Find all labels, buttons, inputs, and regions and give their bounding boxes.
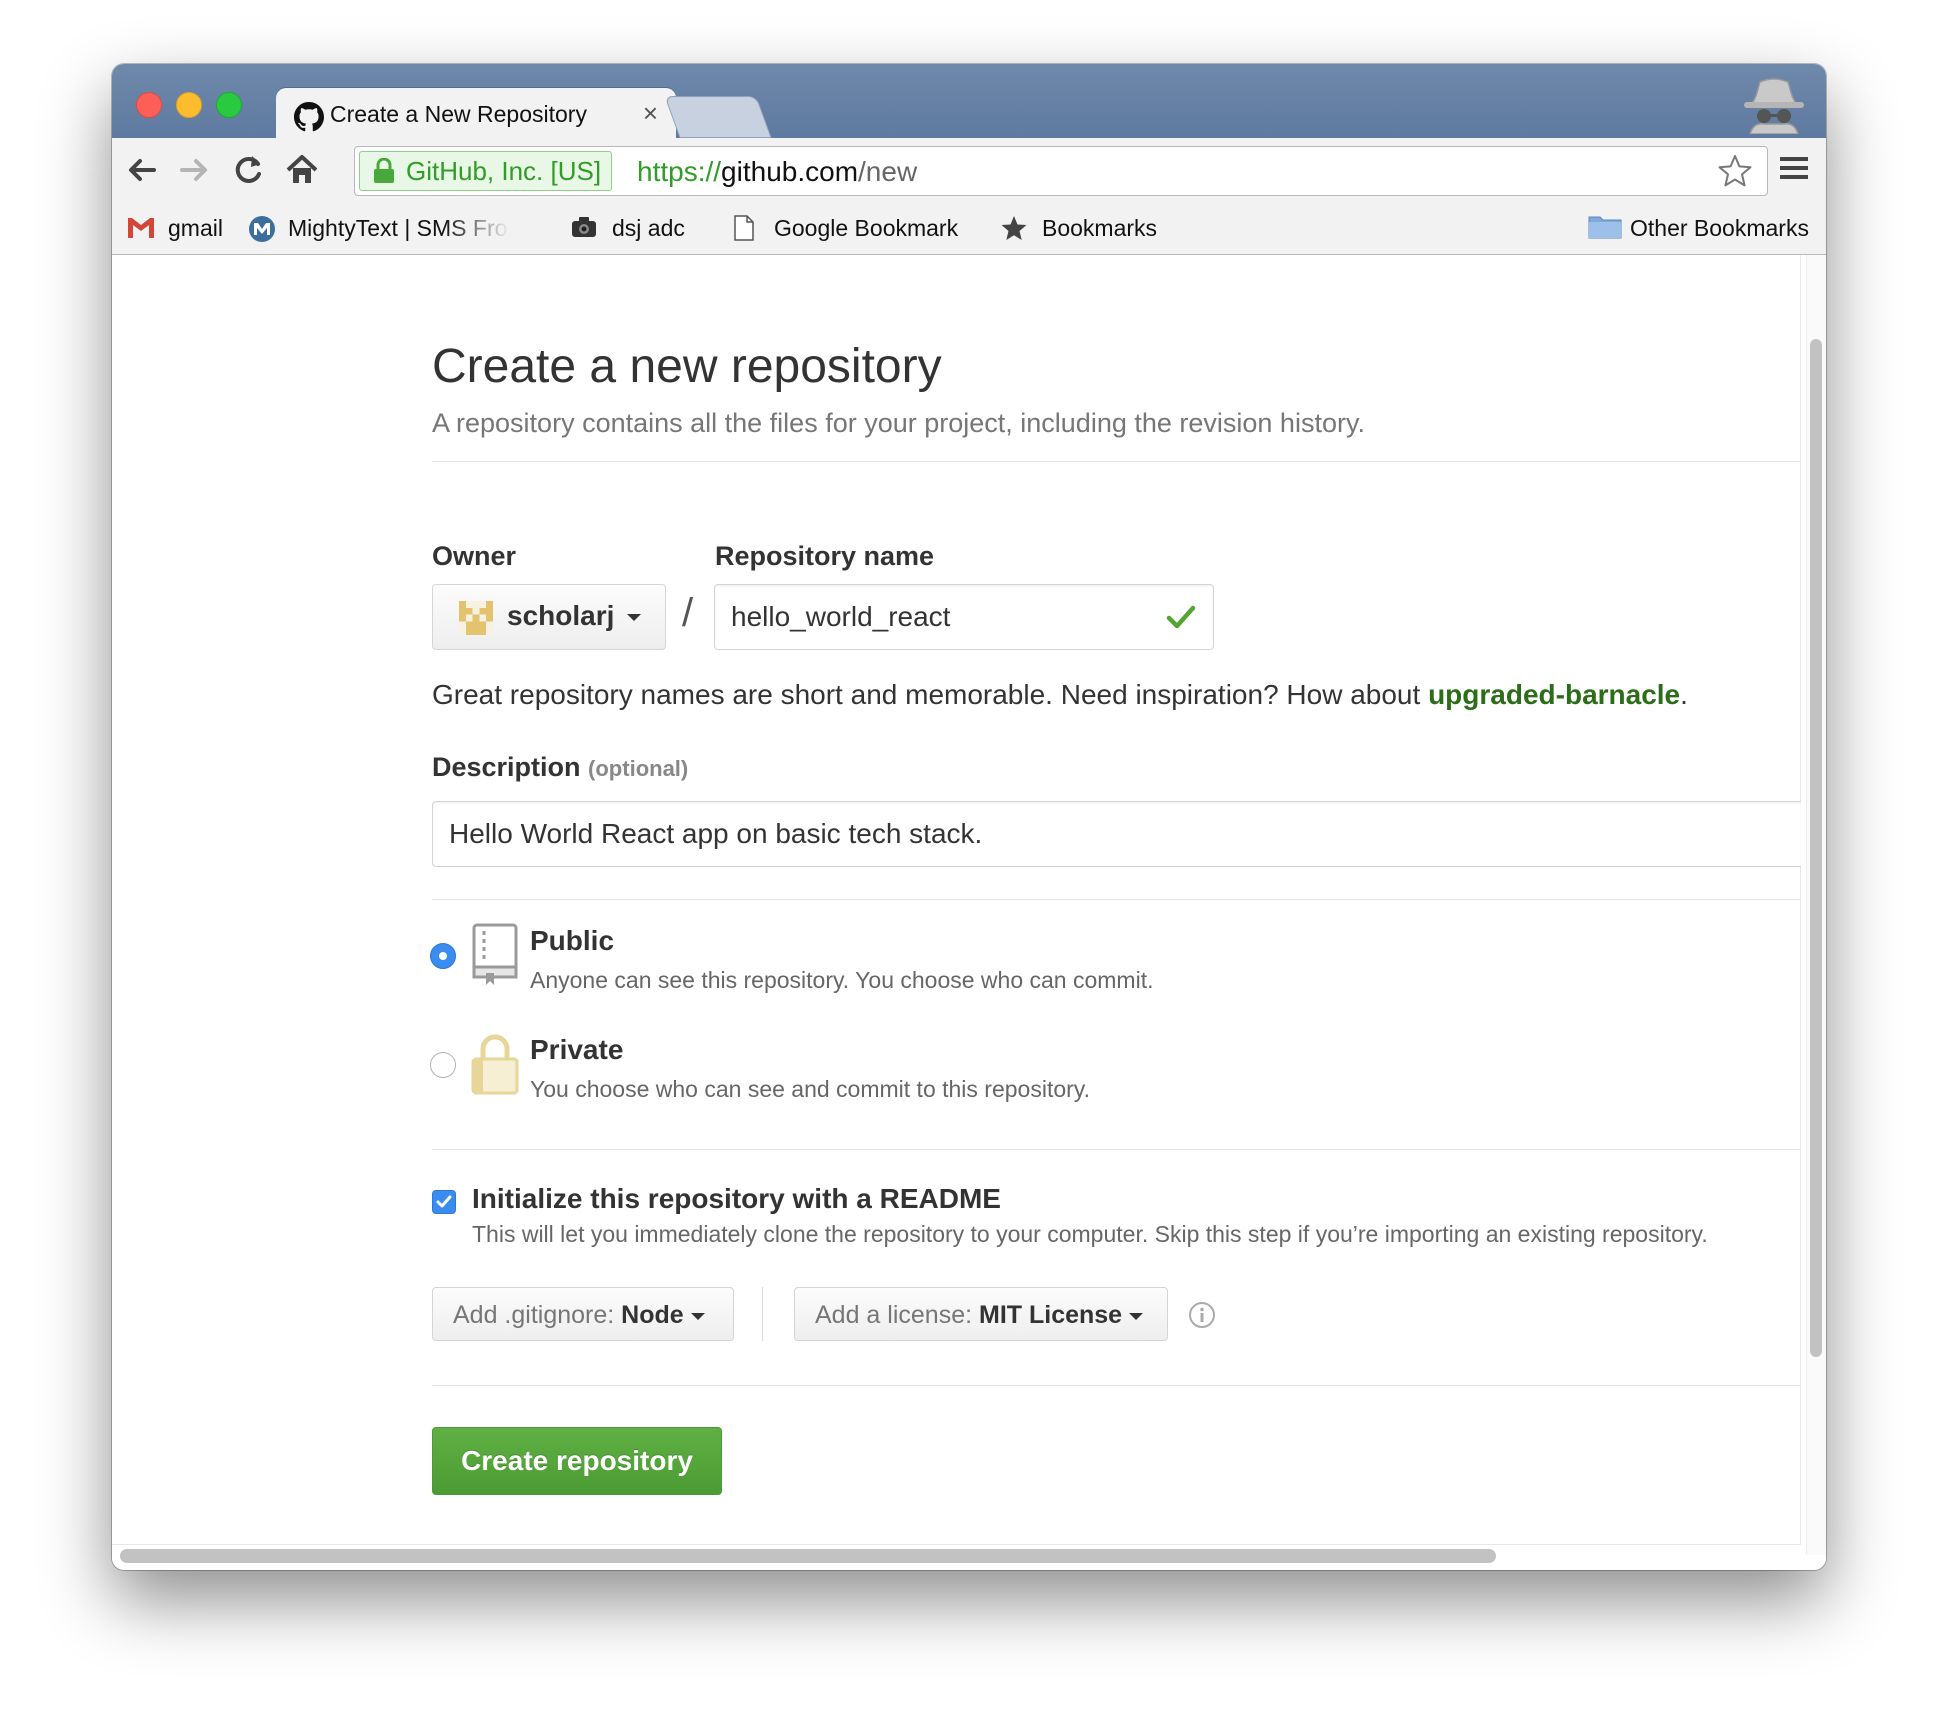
url-text: https://github.com/new	[637, 156, 917, 188]
init-readme-description: This will let you immediately clone the …	[472, 1221, 1708, 1247]
public-title: Public	[530, 925, 615, 956]
bookmark-bookmarks[interactable]: Bookmarks	[1000, 212, 1170, 244]
name-hint: Great repository names are short and mem…	[432, 679, 1688, 711]
chevron-down-icon	[690, 1312, 705, 1320]
public-description: Anyone can see this repository. You choo…	[530, 967, 1154, 993]
url-scheme: https://	[637, 156, 722, 187]
tab-strip: Create a New Repository ×	[112, 64, 1826, 140]
bookmark-label: Google Bookmark	[774, 215, 959, 241]
owner-select[interactable]: scholarj	[432, 584, 666, 650]
minimize-window-button[interactable]	[176, 92, 202, 118]
mightytext-icon	[249, 216, 275, 242]
bookmarks-bar: gmail MightyText | SMS Fro dsj adc Googl…	[112, 202, 1826, 255]
create-repository-button[interactable]: Create repository	[432, 1427, 722, 1495]
folder-icon	[1588, 216, 1622, 239]
init-readme-checkbox[interactable]	[432, 1190, 456, 1214]
tab-title: Create a New Repository	[330, 101, 587, 127]
bookmark-label: MightyText | SMS Fro	[288, 215, 508, 241]
ev-certificate-badge[interactable]: GitHub, Inc. [US]	[359, 151, 613, 191]
bookmark-label: dsj adc	[612, 215, 685, 241]
tab-active[interactable]: Create a New Repository ×	[276, 88, 676, 140]
tab-close-icon[interactable]: ×	[643, 98, 658, 129]
owner-label: Owner	[432, 541, 517, 571]
home-icon[interactable]	[282, 150, 322, 190]
horizontal-scrollbar-thumb[interactable]	[120, 1549, 1496, 1563]
private-description: You choose who can see and commit to thi…	[530, 1076, 1090, 1102]
divider	[432, 899, 1800, 900]
page-subtitle: A repository contains all the files for …	[432, 408, 1365, 438]
description-value: Hello World React app on basic tech stac…	[449, 818, 983, 849]
address-bar[interactable]: GitHub, Inc. [US] https://github.com/new	[354, 146, 1768, 196]
name-hint-text: Great repository names are short and mem…	[432, 679, 1429, 710]
repository-name-value: hello_world_react	[731, 601, 951, 632]
repo-book-icon	[472, 923, 518, 985]
ev-certificate-label: GitHub, Inc. [US]	[406, 156, 602, 186]
divider	[432, 461, 1800, 462]
description-input[interactable]: Hello World React app on basic tech stac…	[432, 801, 1801, 867]
close-window-button[interactable]	[136, 92, 162, 118]
private-title: Private	[530, 1034, 624, 1065]
page-icon	[734, 215, 754, 241]
github-icon	[294, 102, 324, 132]
chevron-down-icon	[627, 614, 641, 621]
new-tab-button[interactable]	[664, 96, 772, 138]
description-label-text: Description	[432, 752, 581, 782]
star-icon	[1001, 216, 1027, 240]
optional-note: (optional)	[588, 756, 689, 781]
bookmark-star-icon[interactable]	[1717, 153, 1753, 189]
owner-repo-separator: /	[682, 591, 694, 635]
check-icon	[1166, 605, 1196, 629]
chevron-down-icon	[1129, 1312, 1144, 1320]
license-prefix: Add a license:	[815, 1301, 973, 1329]
bookmark-dsj-adc[interactable]: dsj adc	[570, 212, 690, 244]
repository-name-input[interactable]: hello_world_react	[714, 584, 1214, 650]
page-title: Create a new repository	[432, 340, 942, 393]
bookmark-label: Bookmarks	[1042, 215, 1158, 241]
padlock-icon	[471, 1034, 519, 1095]
browser-window: Create a New Repository × GitHub, Inc. […	[112, 64, 1826, 1570]
incognito-icon	[1744, 78, 1804, 134]
checkmark-icon	[436, 1195, 452, 1208]
url-host: github.com	[721, 156, 859, 187]
url-path: /new	[858, 156, 918, 187]
name-hint-suffix: .	[1680, 679, 1688, 710]
init-readme-title: Initialize this repository with a README	[472, 1183, 1001, 1214]
page-edge	[1800, 255, 1801, 1545]
bookmark-google[interactable]: Google Bookmark	[732, 212, 964, 244]
page-content: Create a new repository A repository con…	[112, 255, 1826, 1570]
description-label: Description (optional)	[432, 752, 688, 783]
owner-name: scholarj	[507, 600, 615, 631]
license-value: MIT License	[979, 1301, 1123, 1329]
lock-icon	[374, 158, 394, 183]
back-arrow-icon[interactable]	[122, 150, 162, 190]
gmail-icon	[128, 218, 154, 238]
gitignore-value: Node	[621, 1301, 684, 1329]
public-radio[interactable]	[430, 943, 456, 969]
divider	[432, 1149, 1800, 1150]
zoom-window-button[interactable]	[216, 92, 242, 118]
vertical-scrollbar-thumb[interactable]	[1810, 339, 1822, 1357]
select-separator	[762, 1287, 763, 1341]
hamburger-menu-icon[interactable]	[1778, 152, 1810, 184]
avatar	[459, 601, 493, 635]
suggested-name-link[interactable]: upgraded-barnacle	[1428, 679, 1680, 710]
bookmark-label: gmail	[168, 215, 223, 241]
reload-icon[interactable]	[228, 150, 268, 190]
browser-toolbar: GitHub, Inc. [US] https://github.com/new	[112, 138, 1826, 202]
info-icon[interactable]	[1188, 1301, 1216, 1329]
private-radio[interactable]	[430, 1052, 456, 1078]
repository-name-label: Repository name	[715, 541, 935, 571]
bookmark-gmail[interactable]: gmail	[126, 212, 236, 244]
camera-icon	[572, 217, 596, 237]
gitignore-prefix: Add .gitignore:	[453, 1301, 615, 1329]
bookmark-mightytext[interactable]: MightyText | SMS Fro	[246, 212, 510, 244]
page-bottom-edge	[112, 1544, 1801, 1545]
other-bookmarks[interactable]: Other Bookmarks	[1588, 212, 1822, 244]
other-bookmarks-label: Other Bookmarks	[1630, 215, 1809, 241]
license-select[interactable]: Add a license: MIT License	[794, 1287, 1168, 1341]
gitignore-select[interactable]: Add .gitignore: Node	[432, 1287, 734, 1341]
divider	[432, 1385, 1800, 1386]
forward-arrow-icon[interactable]	[174, 150, 214, 190]
